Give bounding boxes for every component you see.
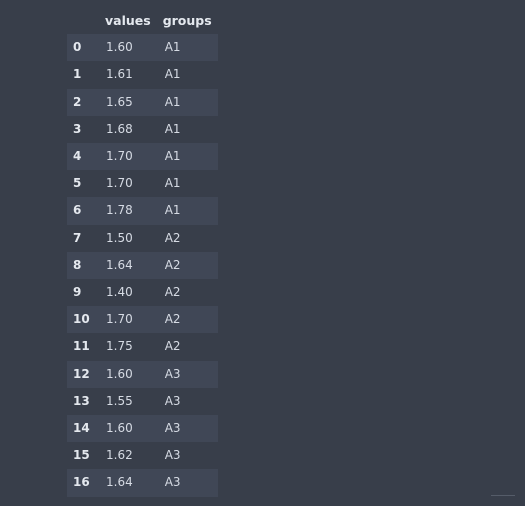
row-index: 4 [73,149,82,164]
cell-values: 1.50 [106,230,133,245]
cell-values: 1.55 [106,393,133,408]
cell-groups: A1 [164,121,181,136]
cell-groups: A1 [164,176,181,191]
cell-groups: A1 [164,203,181,218]
table-row: 6 1.78 A1 [67,197,218,225]
row-index: 12 [73,366,90,381]
row-index: 7 [73,230,82,245]
table-header-row: values groups [67,7,218,34]
row-index: 13 [73,393,90,408]
cell-values: 1.64 [106,257,133,272]
cell-groups: A1 [164,67,181,82]
table-row: 12 1.60 A3 [67,360,218,388]
table-row: 16 1.64 A3 [67,469,218,497]
row-index: 2 [73,94,82,109]
cell-values: 1.78 [106,203,133,218]
table-row: 7 1.50 A2 [67,224,218,252]
cell-values: 1.60 [106,40,133,55]
cell-values: 1.62 [106,448,133,463]
row-index: 10 [73,312,90,327]
cell-groups: A2 [164,312,181,327]
cell-values: 1.75 [106,339,133,354]
row-index: 15 [73,448,90,463]
row-index: 5 [73,176,82,191]
row-index: 6 [73,203,82,218]
row-index: 8 [73,257,82,272]
cell-values: 1.60 [106,366,133,381]
cell-groups: A3 [164,393,181,408]
cell-groups: A1 [164,40,181,55]
cell-values: 1.70 [106,149,133,164]
table-row: 0 1.60 A1 [67,34,218,62]
column-header-groups: groups [162,13,212,28]
row-index: 0 [73,40,82,55]
table-row: 8 1.64 A2 [67,251,218,280]
table-row: 4 1.70 A1 [67,143,218,171]
index-header [67,7,99,34]
cell-values: 1.70 [106,176,133,191]
cell-values: 1.68 [106,121,133,136]
table-row: 10 1.70 A2 [67,306,218,334]
row-index: 9 [73,285,82,300]
table-row: 2 1.65 A1 [67,88,218,116]
dataframe-table: values groups 0 1.60 A1 1 1.61 A1 2 1.65 A1 3 1.68… [67,7,218,497]
scroll-indicator[interactable] [491,495,515,496]
table-body: 0 1.60 A1 1 1.61 A1 2 1.65 A1 3 1.68 A1 4 1.70 A1 5 1.70… [67,34,218,497]
cell-values: 1.70 [106,312,133,327]
cell-values: 1.64 [106,475,133,490]
cell-groups: A1 [164,94,181,109]
table-row: 1 1.61 A1 [67,61,218,89]
row-index: 3 [73,121,82,136]
table-row: 9 1.40 A2 [67,279,218,307]
column-header-values: values [105,13,151,28]
table-row: 3 1.68 A1 [67,115,218,144]
table-row: 13 1.55 A3 [67,387,218,416]
cell-groups: A2 [164,230,181,245]
cell-groups: A3 [164,366,181,381]
cell-values: 1.60 [106,421,133,436]
cell-groups: A2 [164,339,181,354]
row-index: 1 [73,67,82,82]
row-index: 11 [73,339,90,354]
cell-groups: A1 [164,149,181,164]
table-row: 5 1.70 A1 [67,170,218,198]
cell-groups: A2 [164,285,181,300]
cell-groups: A3 [164,421,181,436]
table-row: 15 1.62 A3 [67,442,218,470]
cell-values: 1.65 [106,94,133,109]
cell-groups: A3 [164,475,181,490]
cell-groups: A3 [164,448,181,463]
row-index: 16 [73,475,90,490]
cell-values: 1.40 [106,285,133,300]
table-row: 14 1.60 A3 [67,415,218,443]
row-index: 14 [73,421,90,436]
table-row: 11 1.75 A2 [67,333,218,361]
cell-groups: A2 [164,257,181,272]
cell-values: 1.61 [106,67,133,82]
